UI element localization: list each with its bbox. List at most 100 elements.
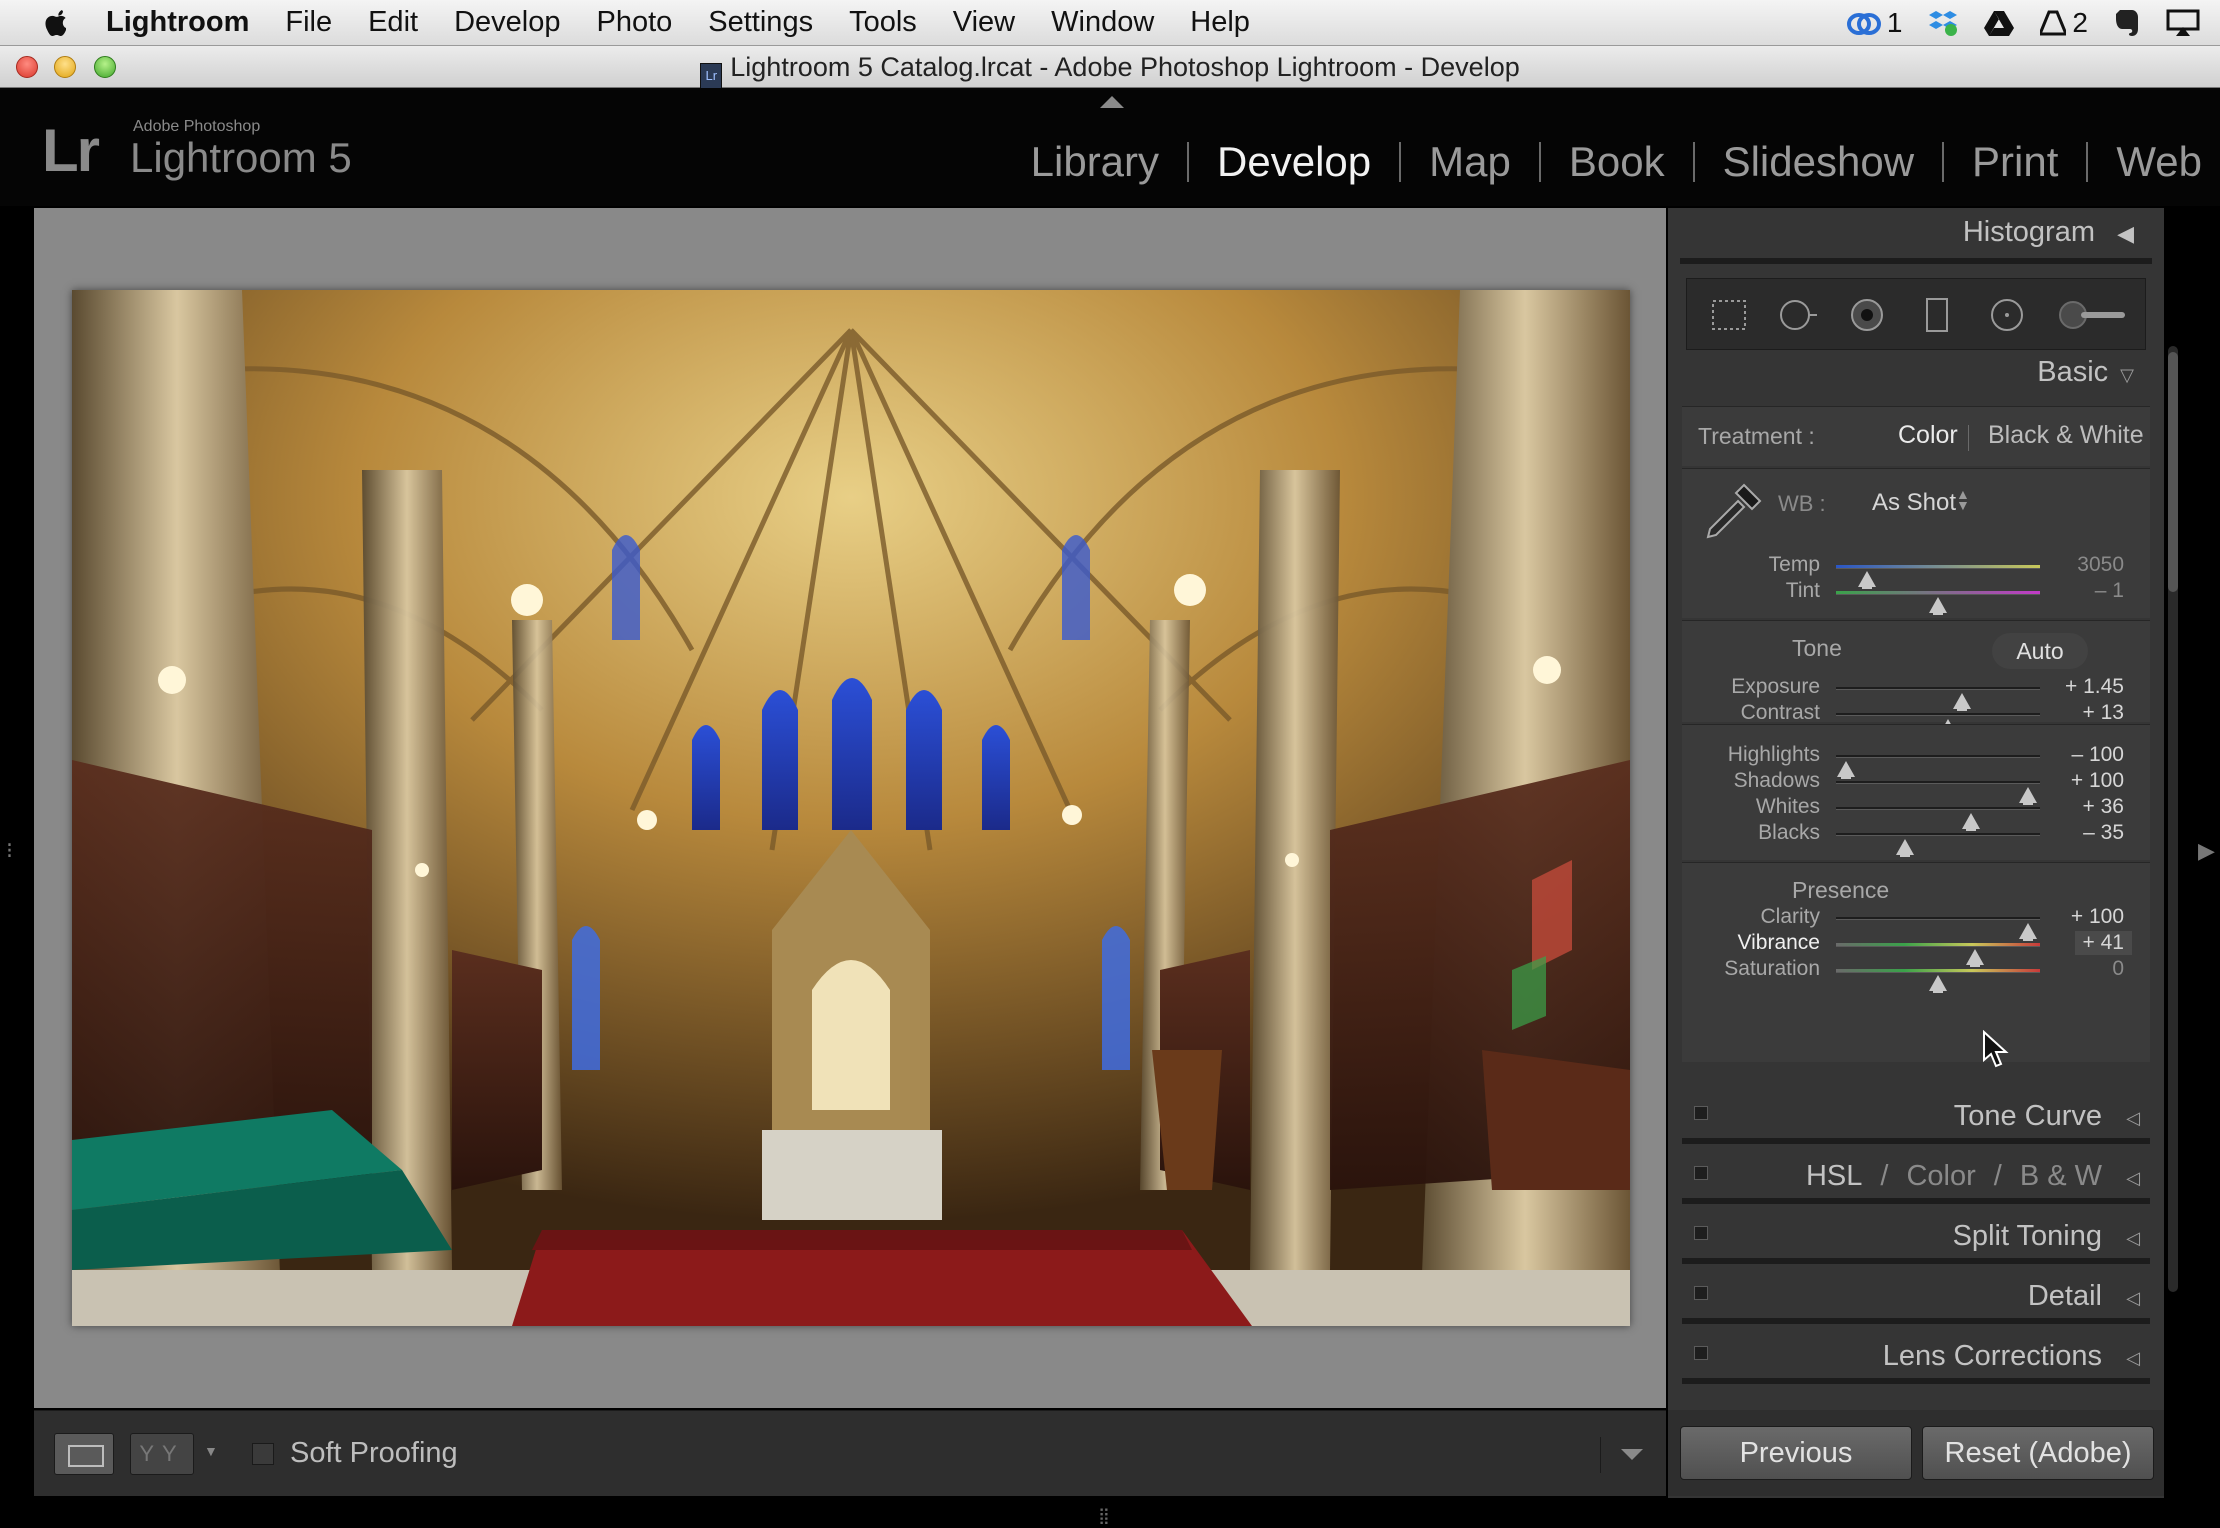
temp-value[interactable]: 3050 <box>2077 553 2124 577</box>
apple-icon[interactable] <box>40 6 72 40</box>
whites-value[interactable]: + 36 <box>2083 795 2124 819</box>
hide-top-panel-arrow-icon[interactable] <box>1100 96 1124 108</box>
vibrance-track[interactable] <box>1836 943 2040 967</box>
menu-develop[interactable]: Develop <box>454 6 560 39</box>
lens-corrections-toggle[interactable] <box>1694 1346 1708 1360</box>
blacks-value[interactable]: – 35 <box>2083 821 2124 845</box>
highlights-value[interactable]: – 100 <box>2071 743 2124 767</box>
saturation-track[interactable] <box>1836 969 2040 993</box>
tone-curve-toggle[interactable] <box>1694 1106 1708 1120</box>
contrast-value[interactable]: + 13 <box>2083 701 2124 725</box>
module-print[interactable]: Print <box>1944 138 2086 186</box>
histogram-panel-header[interactable]: Histogram ◀ <box>1963 216 2134 249</box>
detail-expand-icon[interactable]: ◁ <box>2126 1288 2140 1309</box>
blacks-track[interactable] <box>1836 833 2040 857</box>
menu-tools[interactable]: Tools <box>849 6 917 39</box>
module-develop[interactable]: Develop <box>1189 138 1399 186</box>
menu-settings[interactable]: Settings <box>708 6 813 39</box>
right-panel-scrollbar[interactable] <box>2168 346 2178 1292</box>
tint-thumb[interactable] <box>1929 597 1947 615</box>
image-canvas[interactable] <box>34 208 1666 1408</box>
contrast-track[interactable] <box>1836 713 2040 737</box>
reset-button[interactable]: Reset (Adobe) <box>1922 1426 2154 1480</box>
detail-toggle[interactable] <box>1694 1286 1708 1300</box>
previous-button[interactable]: Previous <box>1680 1426 1912 1480</box>
before-after-button[interactable]: YY <box>130 1433 194 1475</box>
lens-corrections-panel-header[interactable]: Lens Corrections ◁ <box>1682 1332 2150 1384</box>
module-web[interactable]: Web <box>2088 138 2202 186</box>
soft-proofing-checkbox[interactable] <box>252 1443 274 1465</box>
detail-panel-header[interactable]: Detail ◁ <box>1682 1272 2150 1324</box>
exposure-value[interactable]: + 1.45 <box>2065 675 2124 699</box>
hsl-tab-hsl[interactable]: HSL <box>1806 1160 1862 1192</box>
module-library[interactable]: Library <box>1003 138 1187 186</box>
temp-track[interactable] <box>1836 565 2040 589</box>
module-map[interactable]: Map <box>1401 138 1539 186</box>
module-book[interactable]: Book <box>1541 138 1693 186</box>
red-eye-tool-icon[interactable] <box>1845 293 1889 337</box>
crop-tool-icon[interactable] <box>1707 293 1751 337</box>
hsl-tab-bw[interactable]: B & W <box>2020 1160 2102 1192</box>
treatment-color-option[interactable]: Color <box>1898 421 1958 450</box>
lens-corrections-expand-icon[interactable]: ◁ <box>2126 1348 2140 1369</box>
airplay-icon[interactable] <box>2166 9 2200 37</box>
vibrance-value[interactable]: + 41 <box>2074 931 2132 955</box>
module-slideshow[interactable]: Slideshow <box>1695 138 1942 186</box>
dropbox-icon[interactable] <box>1928 9 1958 37</box>
tint-track[interactable] <box>1836 591 2040 615</box>
status-area: 1 2 <box>1846 0 2200 46</box>
menu-app-name[interactable]: Lightroom <box>106 6 249 39</box>
saturation-value[interactable]: 0 <box>2112 957 2124 981</box>
split-toning-toggle[interactable] <box>1694 1226 1708 1240</box>
saturation-thumb[interactable] <box>1929 975 1947 993</box>
tone-curve-panel-header[interactable]: Tone Curve ◁ <box>1682 1092 2150 1144</box>
basic-collapse-icon[interactable]: ▽ <box>2120 365 2134 385</box>
adjustment-brush-tool-icon[interactable] <box>2055 293 2131 337</box>
exposure-track[interactable] <box>1836 687 2040 711</box>
creative-cloud-status[interactable]: 1 <box>1846 7 1902 39</box>
hsl-tab-color[interactable]: Color <box>1906 1160 1975 1192</box>
split-toning-expand-icon[interactable]: ◁ <box>2126 1228 2140 1249</box>
loupe-view-button[interactable] <box>54 1433 114 1475</box>
wb-stepper-icon[interactable]: ▲ ▼ <box>1956 487 1970 512</box>
menu-edit[interactable]: Edit <box>368 6 418 39</box>
menu-help[interactable]: Help <box>1190 6 1250 39</box>
menu-view[interactable]: View <box>953 6 1015 39</box>
hsl-toggle[interactable] <box>1694 1166 1708 1180</box>
clarity-track[interactable] <box>1836 917 2040 941</box>
graduated-filter-tool-icon[interactable] <box>1915 293 1959 337</box>
highlights-track[interactable] <box>1836 755 2040 779</box>
hsl-panel-header[interactable]: HSL / Color / B & W ◁ <box>1682 1152 2150 1204</box>
adobe-updates-status[interactable]: 2 <box>2040 7 2088 39</box>
white-balance-eyedropper-icon[interactable] <box>1700 479 1766 545</box>
show-left-panel-handle-icon[interactable]: ⁝ <box>6 838 13 864</box>
basic-panel-header[interactable]: Basic ▽ <box>2037 356 2134 389</box>
hsl-expand-icon[interactable]: ◁ <box>2126 1168 2140 1189</box>
scrollbar-thumb[interactable] <box>2168 352 2178 592</box>
clarity-value[interactable]: + 100 <box>2071 905 2124 929</box>
adobe-updates-icon <box>2040 10 2067 36</box>
whites-track[interactable] <box>1836 807 2040 831</box>
menu-file[interactable]: File <box>285 6 332 39</box>
tone-curve-expand-icon[interactable]: ◁ <box>2126 1108 2140 1129</box>
toolbar-content-dropdown-icon[interactable] <box>1600 1437 1656 1473</box>
histogram-collapse-icon[interactable]: ◀ <box>2117 221 2134 246</box>
treatment-bw-option[interactable]: Black & White <box>1988 421 2144 450</box>
menu-window[interactable]: Window <box>1051 6 1154 39</box>
before-after-dropdown-icon[interactable]: ▼ <box>204 1443 218 1459</box>
menu-photo[interactable]: Photo <box>596 6 672 39</box>
collapse-right-panel-arrow-icon[interactable]: ▶ <box>2198 838 2215 864</box>
show-filmstrip-handle-icon[interactable]: ⣿ <box>1098 1506 1110 1526</box>
blacks-thumb[interactable] <box>1896 839 1915 857</box>
auto-tone-button[interactable]: Auto <box>1992 633 2088 669</box>
split-toning-panel-header[interactable]: Split Toning ◁ <box>1682 1212 2150 1264</box>
shadows-track[interactable] <box>1836 781 2040 805</box>
evernote-icon[interactable] <box>2114 8 2140 38</box>
spot-removal-tool-icon[interactable] <box>1775 293 1819 337</box>
shadows-value[interactable]: + 100 <box>2071 769 2124 793</box>
cathedral-photo[interactable] <box>72 290 1630 1326</box>
radial-filter-tool-icon[interactable] <box>1985 293 2029 337</box>
google-drive-icon[interactable] <box>1984 10 2015 36</box>
wb-preset-select[interactable]: As Shot <box>1872 489 1956 517</box>
tint-value[interactable]: – 1 <box>2095 579 2124 603</box>
